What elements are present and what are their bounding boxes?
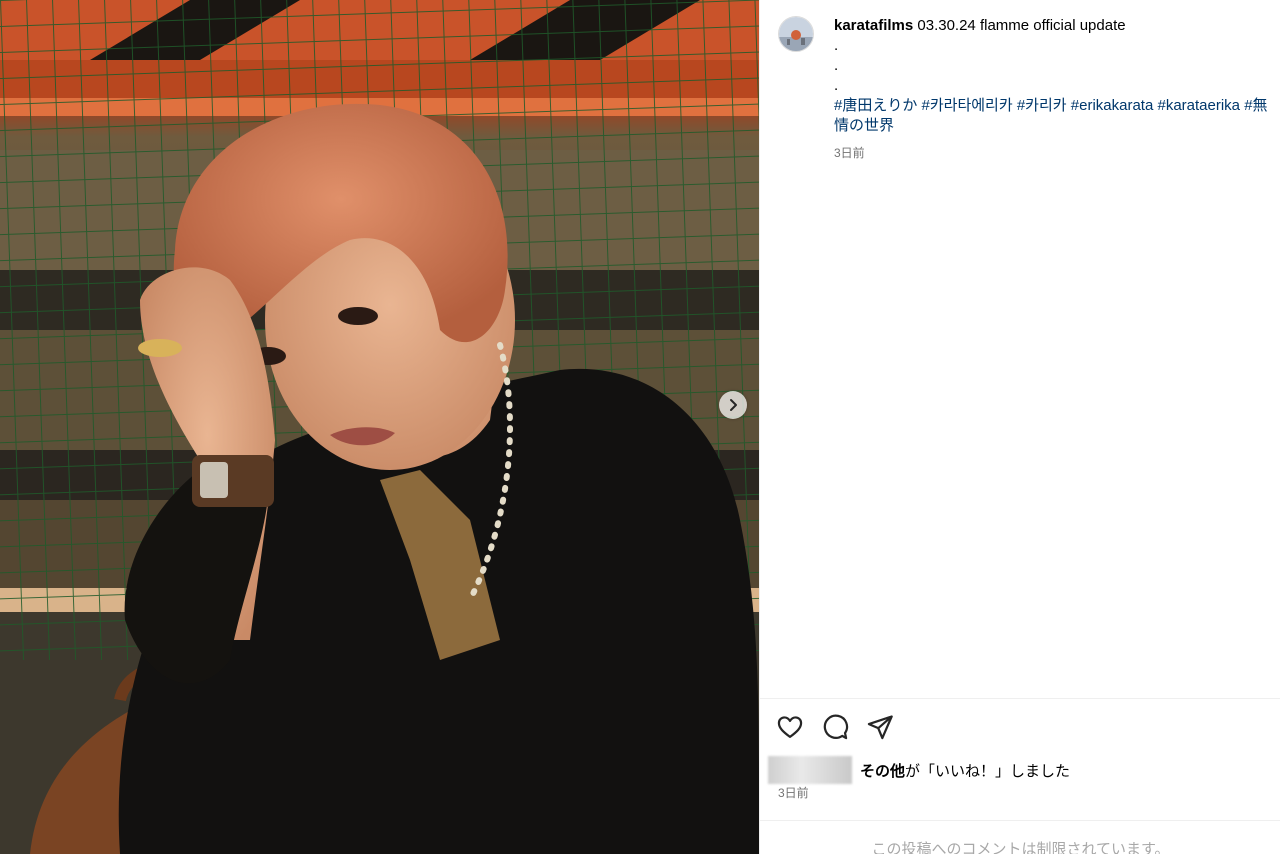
username-link[interactable]: karatafilms <box>834 17 913 34</box>
hashtag-link[interactable]: #카라타에리카 <box>922 97 1013 114</box>
likes-suffix: が「いいね！」しました <box>905 762 1071 780</box>
caption-dot-1: . <box>834 37 839 54</box>
hashtag-link[interactable]: #erikakarata <box>1071 97 1154 114</box>
liker-avatars[interactable] <box>768 756 852 784</box>
caption-text: 03.30.24 flamme official update <box>917 17 1126 34</box>
caption-block: karatafilms 03.30.24 flamme official upd… <box>778 16 1278 163</box>
hashtag-link[interactable]: #karataerika <box>1157 97 1240 114</box>
caption-dot-2: . <box>834 57 839 74</box>
caption-time: 3日前 <box>834 146 865 160</box>
hashtag-list: #唐田えりか #카라타에리카 #카리카 #erikakarata #karata… <box>834 96 1274 136</box>
likes-others[interactable]: その他 <box>860 763 905 780</box>
hashtag-link[interactable]: #카리카 <box>1017 97 1067 114</box>
post-viewer: karatafilms 03.30.24 flamme official upd… <box>0 0 1280 854</box>
likes-row: その他が「いいね！」しました <box>768 756 1070 784</box>
divider <box>760 820 1280 821</box>
comments-restricted-note: この投稿へのコメントは制限されています。 <box>871 841 1170 854</box>
send-icon[interactable] <box>866 713 894 741</box>
divider <box>760 698 1280 699</box>
caption: karatafilms 03.30.24 flamme official upd… <box>834 16 1274 163</box>
action-bar <box>776 713 894 741</box>
post-photo <box>0 0 759 854</box>
chevron-right-icon <box>730 399 737 411</box>
post-media <box>0 0 759 854</box>
hashtag-link[interactable]: #唐田えりか <box>834 97 917 114</box>
comment-icon[interactable] <box>821 713 849 741</box>
caption-dot-3: . <box>834 77 839 94</box>
next-photo-button[interactable] <box>719 391 747 419</box>
likes-text[interactable]: その他が「いいね！」しました <box>860 760 1070 781</box>
post-date[interactable]: 3日前 <box>778 784 809 801</box>
post-info-panel: karatafilms 03.30.24 flamme official upd… <box>759 0 1280 854</box>
heart-icon[interactable] <box>776 713 804 741</box>
avatar[interactable] <box>778 16 814 52</box>
avatar-image <box>779 17 813 51</box>
